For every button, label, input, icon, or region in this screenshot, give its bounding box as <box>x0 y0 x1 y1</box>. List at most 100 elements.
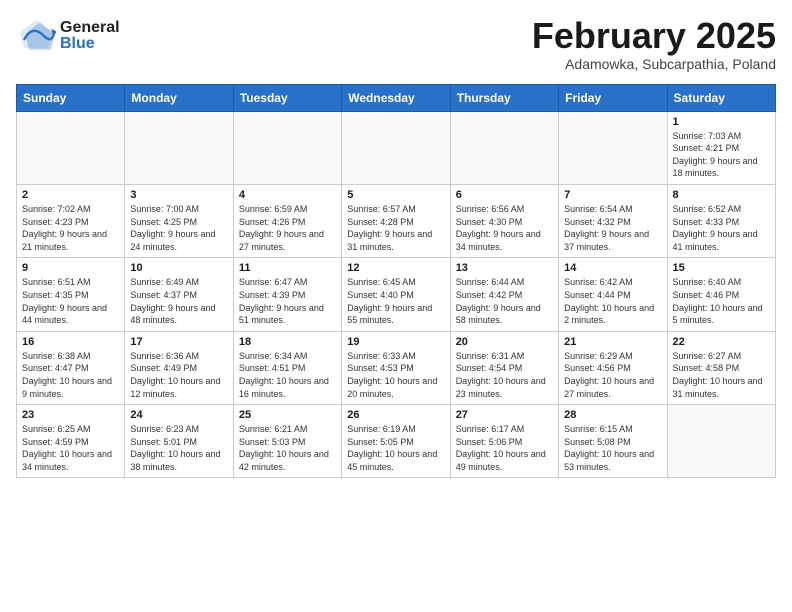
day-info: Sunrise: 6:19 AM Sunset: 5:05 PM Dayligh… <box>347 423 444 473</box>
calendar-cell: 19 Sunrise: 6:33 AM Sunset: 4:53 PM Dayli… <box>342 331 450 404</box>
logo-icon <box>16 16 56 56</box>
day-number: 18 <box>239 336 336 348</box>
calendar-cell: 11 Sunrise: 6:47 AM Sunset: 4:39 PM Dayli… <box>233 258 341 331</box>
calendar-cell: 12Sunrise: 6:45 AM Sunset: 4:40 PM Dayli… <box>342 258 450 331</box>
logo: General Blue <box>16 16 120 56</box>
calendar-cell: 20Sunrise: 6:31 AM Sunset: 4:54 PM Dayli… <box>450 331 558 404</box>
calendar-week-row: 16 Sunrise: 6:38 AM Sunset: 4:47 PM Dayli… <box>17 331 776 404</box>
day-number: 8 <box>673 189 770 201</box>
day-info: Sunrise: 6:15 AM Sunset: 5:08 PM Dayligh… <box>564 423 661 473</box>
weekday-header-row: SundayMondayTuesdayWednesdayThursdayFrid… <box>17 84 776 111</box>
calendar-cell: 1 Sunrise: 7:03 AM Sunset: 4:21 PM Daylig… <box>667 111 775 184</box>
day-number: 28 <box>564 409 661 421</box>
day-number: 19 <box>347 336 444 348</box>
day-info: Sunrise: 6:45 AM Sunset: 4:40 PM Dayligh… <box>347 276 444 326</box>
weekday-header: Friday <box>559 84 667 111</box>
calendar-cell: 7 Sunrise: 6:54 AM Sunset: 4:32 PM Daylig… <box>559 184 667 257</box>
calendar-cell <box>667 405 775 478</box>
calendar-cell: 13Sunrise: 6:44 AM Sunset: 4:42 PM Dayli… <box>450 258 558 331</box>
day-number: 3 <box>130 189 227 201</box>
calendar-week-row: 23 Sunrise: 6:25 AM Sunset: 4:59 PM Dayli… <box>17 405 776 478</box>
calendar-cell: 2 Sunrise: 7:02 AM Sunset: 4:23 PM Daylig… <box>17 184 125 257</box>
calendar-cell: 28 Sunrise: 6:15 AM Sunset: 5:08 PM Dayli… <box>559 405 667 478</box>
calendar-cell: 26 Sunrise: 6:19 AM Sunset: 5:05 PM Dayli… <box>342 405 450 478</box>
day-number: 9 <box>22 262 119 274</box>
day-info: Sunrise: 6:27 AM Sunset: 4:58 PM Dayligh… <box>673 350 770 400</box>
logo-general: General <box>60 20 120 36</box>
calendar-cell: 3 Sunrise: 7:00 AM Sunset: 4:25 PM Daylig… <box>125 184 233 257</box>
calendar-cell: 14Sunrise: 6:42 AM Sunset: 4:44 PM Dayli… <box>559 258 667 331</box>
day-number: 27 <box>456 409 553 421</box>
calendar-cell: 10 Sunrise: 6:49 AM Sunset: 4:37 PM Dayli… <box>125 258 233 331</box>
day-number: 16 <box>22 336 119 348</box>
day-info: Sunrise: 6:54 AM Sunset: 4:32 PM Dayligh… <box>564 203 661 253</box>
day-info: Sunrise: 6:34 AM Sunset: 4:51 PM Dayligh… <box>239 350 336 400</box>
calendar-cell <box>450 111 558 184</box>
day-info: Sunrise: 7:02 AM Sunset: 4:23 PM Dayligh… <box>22 203 119 253</box>
day-info: Sunrise: 6:52 AM Sunset: 4:33 PM Dayligh… <box>673 203 770 253</box>
calendar-cell: 24Sunrise: 6:23 AM Sunset: 5:01 PM Dayli… <box>125 405 233 478</box>
weekday-header: Thursday <box>450 84 558 111</box>
day-number: 14 <box>564 262 661 274</box>
day-number: 4 <box>239 189 336 201</box>
calendar-week-row: 9 Sunrise: 6:51 AM Sunset: 4:35 PM Daylig… <box>17 258 776 331</box>
day-number: 20 <box>456 336 553 348</box>
day-info: Sunrise: 6:29 AM Sunset: 4:56 PM Dayligh… <box>564 350 661 400</box>
day-number: 6 <box>456 189 553 201</box>
weekday-header: Monday <box>125 84 233 111</box>
calendar-cell: 5 Sunrise: 6:57 AM Sunset: 4:28 PM Daylig… <box>342 184 450 257</box>
calendar-cell: 6 Sunrise: 6:56 AM Sunset: 4:30 PM Daylig… <box>450 184 558 257</box>
day-number: 21 <box>564 336 661 348</box>
day-info: Sunrise: 6:57 AM Sunset: 4:28 PM Dayligh… <box>347 203 444 253</box>
calendar-cell: 22Sunrise: 6:27 AM Sunset: 4:58 PM Dayli… <box>667 331 775 404</box>
calendar-cell: 9 Sunrise: 6:51 AM Sunset: 4:35 PM Daylig… <box>17 258 125 331</box>
day-number: 23 <box>22 409 119 421</box>
calendar-week-row: 1 Sunrise: 7:03 AM Sunset: 4:21 PM Daylig… <box>17 111 776 184</box>
calendar-cell: 16 Sunrise: 6:38 AM Sunset: 4:47 PM Dayli… <box>17 331 125 404</box>
calendar-cell: 15Sunrise: 6:40 AM Sunset: 4:46 PM Dayli… <box>667 258 775 331</box>
day-info: Sunrise: 6:49 AM Sunset: 4:37 PM Dayligh… <box>130 276 227 326</box>
calendar-cell: 18 Sunrise: 6:34 AM Sunset: 4:51 PM Dayli… <box>233 331 341 404</box>
day-info: Sunrise: 6:23 AM Sunset: 5:01 PM Dayligh… <box>130 423 227 473</box>
calendar-week-row: 2 Sunrise: 7:02 AM Sunset: 4:23 PM Daylig… <box>17 184 776 257</box>
weekday-header: Sunday <box>17 84 125 111</box>
day-number: 2 <box>22 189 119 201</box>
day-number: 10 <box>130 262 227 274</box>
day-info: Sunrise: 6:36 AM Sunset: 4:49 PM Dayligh… <box>130 350 227 400</box>
day-info: Sunrise: 6:25 AM Sunset: 4:59 PM Dayligh… <box>22 423 119 473</box>
day-info: Sunrise: 6:51 AM Sunset: 4:35 PM Dayligh… <box>22 276 119 326</box>
calendar-cell <box>342 111 450 184</box>
day-number: 26 <box>347 409 444 421</box>
calendar-cell <box>17 111 125 184</box>
day-info: Sunrise: 7:03 AM Sunset: 4:21 PM Dayligh… <box>673 130 770 180</box>
day-number: 1 <box>673 116 770 128</box>
day-number: 5 <box>347 189 444 201</box>
day-info: Sunrise: 6:56 AM Sunset: 4:30 PM Dayligh… <box>456 203 553 253</box>
weekday-header: Saturday <box>667 84 775 111</box>
logo-blue: Blue <box>60 36 120 52</box>
day-info: Sunrise: 7:00 AM Sunset: 4:25 PM Dayligh… <box>130 203 227 253</box>
day-info: Sunrise: 6:47 AM Sunset: 4:39 PM Dayligh… <box>239 276 336 326</box>
day-info: Sunrise: 6:17 AM Sunset: 5:06 PM Dayligh… <box>456 423 553 473</box>
calendar-table: SundayMondayTuesdayWednesdayThursdayFrid… <box>16 84 776 479</box>
day-number: 25 <box>239 409 336 421</box>
logo-text: General Blue <box>60 20 120 52</box>
calendar-cell: 25Sunrise: 6:21 AM Sunset: 5:03 PM Dayli… <box>233 405 341 478</box>
day-info: Sunrise: 6:59 AM Sunset: 4:26 PM Dayligh… <box>239 203 336 253</box>
calendar-cell: 21 Sunrise: 6:29 AM Sunset: 4:56 PM Dayli… <box>559 331 667 404</box>
day-info: Sunrise: 6:33 AM Sunset: 4:53 PM Dayligh… <box>347 350 444 400</box>
day-number: 17 <box>130 336 227 348</box>
day-info: Sunrise: 6:38 AM Sunset: 4:47 PM Dayligh… <box>22 350 119 400</box>
day-info: Sunrise: 6:44 AM Sunset: 4:42 PM Dayligh… <box>456 276 553 326</box>
day-number: 11 <box>239 262 336 274</box>
calendar-cell: 8 Sunrise: 6:52 AM Sunset: 4:33 PM Daylig… <box>667 184 775 257</box>
calendar-cell <box>125 111 233 184</box>
day-number: 15 <box>673 262 770 274</box>
page-header: General Blue February 2025 Adamowka, Sub… <box>16 16 776 72</box>
calendar-cell <box>559 111 667 184</box>
weekday-header: Wednesday <box>342 84 450 111</box>
day-number: 7 <box>564 189 661 201</box>
calendar-cell: 23 Sunrise: 6:25 AM Sunset: 4:59 PM Dayli… <box>17 405 125 478</box>
calendar-cell: 17 Sunrise: 6:36 AM Sunset: 4:49 PM Dayli… <box>125 331 233 404</box>
title-area: February 2025 Adamowka, Subcarpathia, Po… <box>532 16 776 72</box>
